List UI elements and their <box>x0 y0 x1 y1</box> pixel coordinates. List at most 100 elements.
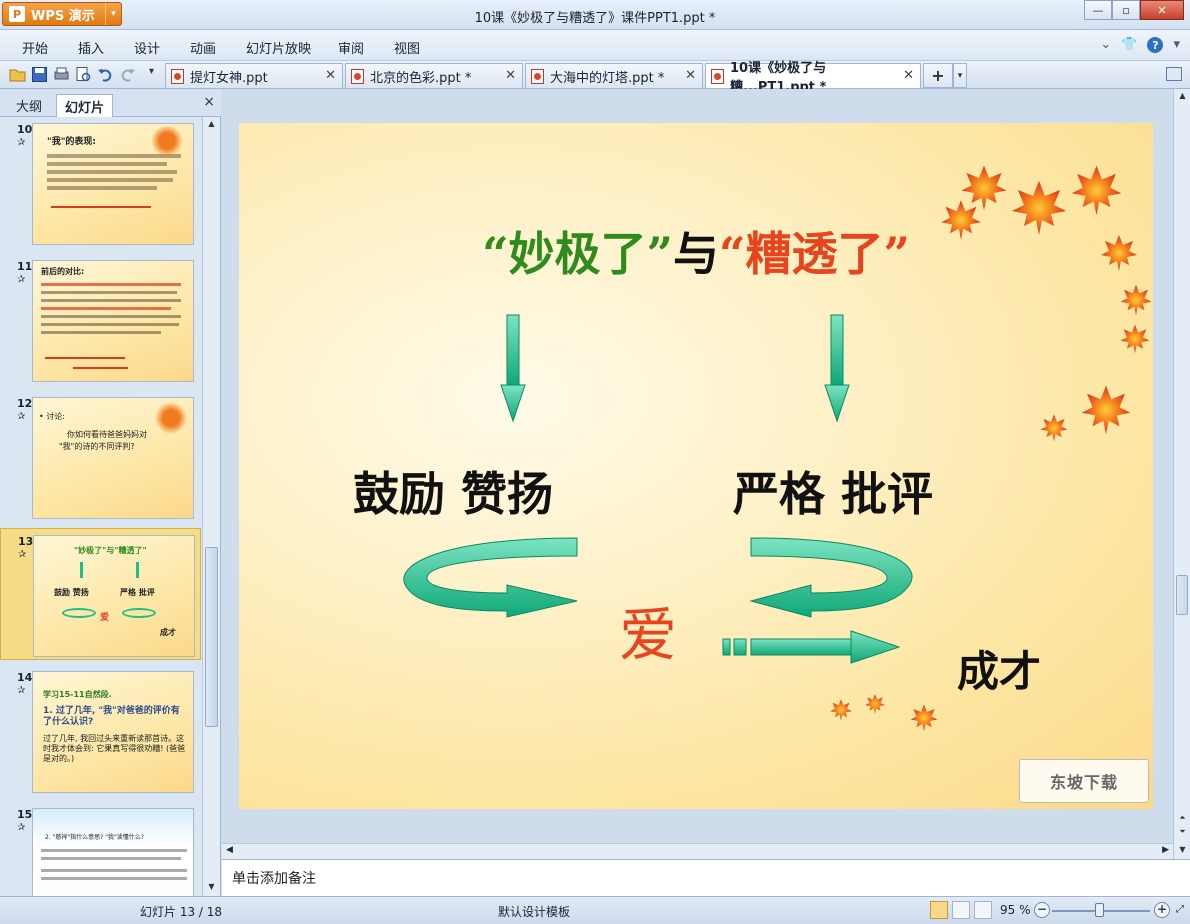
menu-view[interactable]: 视图 <box>394 38 420 57</box>
editor-horizontal-scrollbar[interactable]: ◀ ▶ <box>222 843 1173 859</box>
animation-star-icon: ✰ <box>17 822 26 833</box>
customize-toolbar-icon[interactable]: ▾ <box>149 66 154 77</box>
template-name[interactable]: 默认设计模板 <box>498 903 570 920</box>
tab-slides[interactable]: 幻灯片 <box>56 94 114 117</box>
zoom-out-icon[interactable]: − <box>1034 902 1050 918</box>
save-icon[interactable] <box>31 66 48 83</box>
animation-star-icon: ✰ <box>17 137 26 148</box>
thumb-line: 爱 <box>100 613 110 623</box>
scroll-down-icon[interactable]: ▼ <box>205 882 218 894</box>
help-icon[interactable]: ? <box>1147 37 1164 53</box>
words-strict-criticize: 严格 批评 <box>733 467 934 521</box>
status-bar: 幻灯片 13 / 18 默认设计模板 95 % − + ⤢ <box>0 896 1190 924</box>
slideshow-view-icon[interactable] <box>974 901 992 919</box>
close-icon[interactable]: ✕ <box>325 68 336 83</box>
close-icon[interactable]: × <box>203 94 215 110</box>
zoom-slider-knob[interactable] <box>1095 903 1104 917</box>
scroll-up-icon[interactable]: ▲ <box>205 119 218 131</box>
skin-icon[interactable]: 👕 <box>1121 37 1137 53</box>
thumb-line: • 讨论: <box>39 412 65 421</box>
scroll-up-icon[interactable]: ▲ <box>1176 91 1189 103</box>
zoom-level[interactable]: 95 % <box>1000 903 1031 917</box>
slide-sorter-icon[interactable] <box>952 901 970 919</box>
slide-panel: 大纲 幻灯片 × 10 ✰ "我"的表现: 11 ✰ 前后的对比: 12 ✰ •… <box>0 89 221 896</box>
tab-document[interactable]: 北京的色彩.ppt * ✕ <box>345 63 523 88</box>
slide-number: 13 <box>18 535 34 548</box>
thumb-line: 学习15-11自然段. <box>43 690 112 699</box>
thumbnail-slide-10[interactable]: 10 ✰ "我"的表现: <box>0 117 201 249</box>
thumbnail-scrollbar[interactable]: ▲ ▼ <box>202 117 220 896</box>
tab-list-dropdown[interactable]: ▾ <box>953 63 967 88</box>
slide-thumbnail: • 讨论: 你如何看待爸爸妈妈对 "我"的诗的不同评判? <box>32 397 194 519</box>
animation-star-icon: ✰ <box>17 685 26 696</box>
word-success: 成才 <box>957 647 1042 696</box>
thumb-line: 成才 <box>160 628 176 637</box>
scroll-left-icon[interactable]: ◀ <box>226 845 233 855</box>
tab-label: 提灯女神.ppt <box>190 70 268 86</box>
scroll-down-icon[interactable]: ▼ <box>1176 845 1189 857</box>
slide-thumbnail: "我"的表现: <box>32 123 194 245</box>
thumb-line: "我"的诗的不同评判? <box>59 442 135 451</box>
minimize-button[interactable]: — <box>1084 0 1112 20</box>
thumbnail-slide-15[interactable]: 15 ✰ 2. "慈祥"指什么意思? "我"读懂什么? <box>0 802 201 896</box>
previous-slide-icon[interactable]: ⏶ <box>1176 813 1189 825</box>
scrollbar-thumb[interactable] <box>1176 575 1188 615</box>
window-layout-icon[interactable] <box>1166 67 1182 81</box>
close-icon[interactable]: ✕ <box>903 68 914 83</box>
chevron-down-icon[interactable]: ▾ <box>1173 37 1180 53</box>
close-icon[interactable]: ✕ <box>685 68 696 83</box>
tab-document[interactable]: 大海中的灯塔.ppt * ✕ <box>525 63 703 88</box>
slide-canvas[interactable]: “妙极了”与“糟透了” 鼓励 赞扬 严格 批评 爱 成才 东坡下载 <box>239 123 1153 809</box>
next-slide-icon[interactable]: ⏷ <box>1176 827 1189 839</box>
redo-icon[interactable] <box>119 66 136 83</box>
thumbnail-slide-11[interactable]: 11 ✰ 前后的对比: <box>0 254 201 386</box>
thumb-title: 前后的对比: <box>41 267 85 276</box>
tab-document-active[interactable]: 10课《妙极了与糟...PT1.ppt * ✕ <box>705 61 921 95</box>
menu-review[interactable]: 审阅 <box>338 38 364 57</box>
slide-number: 12 <box>17 397 33 410</box>
menu-animation[interactable]: 动画 <box>190 38 216 57</box>
thumb-line: 2. "慈祥"指什么意思? "我"读懂什么? <box>45 834 144 841</box>
scroll-right-icon[interactable]: ▶ <box>1162 845 1169 855</box>
notes-placeholder[interactable]: 单击添加备注 <box>232 868 316 888</box>
curved-arrow-left <box>403 537 578 618</box>
close-icon[interactable]: ✕ <box>505 68 516 83</box>
slide-thumbnail: "妙极了"与"糟透了" 鼓励 赞扬 严格 批评 爱 成才 <box>33 535 195 657</box>
word-love: 爱 <box>619 601 678 669</box>
ppt-file-icon <box>531 69 544 84</box>
menu-bar: 开始 插入 设计 动画 幻灯片放映 审阅 视图 ⌄ 👕 ? ▾ <box>0 30 1190 61</box>
scrollbar-thumb[interactable] <box>205 547 218 727</box>
close-window-button[interactable]: ✕ <box>1140 0 1184 20</box>
thumbnail-slide-14[interactable]: 14 ✰ 学习15-11自然段. 1. 过了几年, "我"对爸爸的评价有了什么认… <box>0 665 201 797</box>
normal-view-icon[interactable] <box>930 901 948 919</box>
thumb-line: 1. 过了几年, "我"对爸爸的评价有了什么认识? <box>43 706 180 727</box>
print-icon[interactable] <box>53 66 70 83</box>
print-preview-icon[interactable] <box>75 66 92 83</box>
slide-number: 14 <box>17 671 33 684</box>
zoom-in-icon[interactable]: + <box>1154 902 1170 918</box>
tab-outline[interactable]: 大纲 <box>8 94 50 117</box>
notes-pane[interactable]: 单击添加备注 <box>222 859 1190 896</box>
open-folder-icon[interactable] <box>9 66 26 83</box>
menu-home[interactable]: 开始 <box>22 38 48 57</box>
menu-slideshow[interactable]: 幻灯片放映 <box>246 38 311 57</box>
menu-design[interactable]: 设计 <box>134 38 160 57</box>
tab-label: 大海中的灯塔.ppt * <box>550 70 665 86</box>
undo-icon[interactable] <box>97 66 114 83</box>
menu-insert[interactable]: 插入 <box>78 38 104 57</box>
editor-vertical-scrollbar[interactable]: ▲ ⏶ ⏷ ▼ <box>1173 89 1190 859</box>
slide-counter: 幻灯片 13 / 18 <box>140 905 223 919</box>
fit-window-icon[interactable]: ⤢ <box>1176 904 1184 915</box>
quick-toolbar: ▾ 提灯女神.ppt ✕ 北京的色彩.ppt * ✕ 大海中的灯塔.ppt * … <box>0 61 1190 95</box>
ppt-file-icon <box>711 69 724 84</box>
collapse-ribbon-icon[interactable]: ⌄ <box>1100 37 1111 53</box>
new-tab-button[interactable]: + <box>923 63 953 88</box>
tab-document[interactable]: 提灯女神.ppt ✕ <box>165 63 343 88</box>
animation-star-icon: ✰ <box>18 549 27 560</box>
maximize-button[interactable]: ▫ <box>1112 0 1140 20</box>
straight-arrow-right <box>722 630 901 664</box>
thumbnail-slide-12[interactable]: 12 ✰ • 讨论: 你如何看待爸爸妈妈对 "我"的诗的不同评判? <box>0 391 201 523</box>
thumbnail-slide-13[interactable]: 13 ✰ "妙极了"与"糟透了" 鼓励 赞扬 严格 批评 爱 成才 <box>0 528 201 660</box>
thumb-line: 过了几年, 我回过头来重新读那首诗。这时我才体会到: 它果真写得很劝糟! (爸爸… <box>43 734 186 763</box>
document-tabs: 提灯女神.ppt ✕ 北京的色彩.ppt * ✕ 大海中的灯塔.ppt * ✕ … <box>165 61 967 95</box>
